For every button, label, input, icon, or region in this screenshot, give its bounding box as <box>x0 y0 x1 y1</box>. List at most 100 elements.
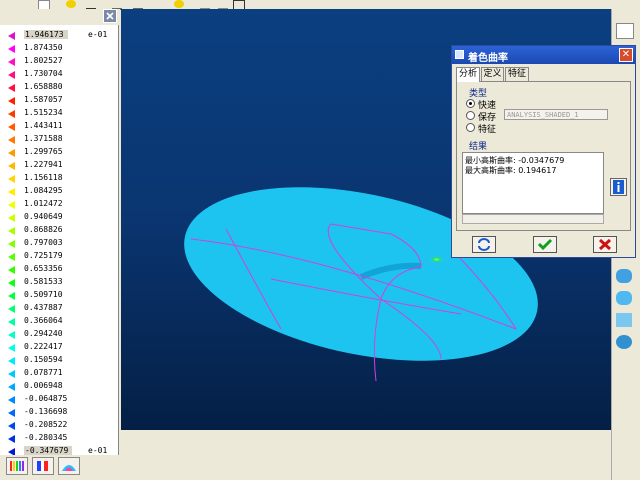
refresh-icon <box>478 238 490 251</box>
legend-color-swatch <box>8 32 15 40</box>
legend-value: 1.299765 <box>24 147 63 156</box>
tab-feature[interactable]: 特征 <box>505 67 529 81</box>
legend-color-swatch <box>8 357 15 365</box>
shaded-surface-icon <box>62 465 76 471</box>
radio-button[interactable] <box>466 111 475 120</box>
legend-color-swatch <box>8 279 15 287</box>
legend-color-swatch <box>8 344 15 352</box>
legend-color-swatch <box>8 84 15 92</box>
blend-tool-icon[interactable] <box>616 291 632 305</box>
legend-color-swatch <box>8 214 15 222</box>
surface-tool-icon[interactable] <box>616 269 632 283</box>
smiley-icon[interactable] <box>66 0 76 8</box>
legend-exponent: e-01 <box>88 30 108 39</box>
legend-value: 1.227941 <box>24 160 63 169</box>
ok-button[interactable] <box>533 236 557 253</box>
legend-color-swatch <box>8 97 15 105</box>
legend-list: 1.946173 e-01 1.874350 1.802527 1.730704 1.65… <box>0 25 119 456</box>
legend-value: 0.868826 <box>24 225 63 234</box>
type-group: 类型 快速 保存 ANALYSIS_SHADED_1 特征 <box>461 86 626 135</box>
legend-value: -0.064875 <box>24 394 68 403</box>
legend-value: 1.443411 <box>24 121 63 130</box>
top-toolbar <box>0 0 640 10</box>
legend-value: 0.725179 <box>24 251 63 260</box>
legend-color-swatch <box>8 409 15 417</box>
radio-button-selected[interactable] <box>466 99 475 108</box>
legend-color-swatch <box>8 136 15 144</box>
legend-color-swatch <box>8 253 15 261</box>
legend-color-swatch <box>8 188 15 196</box>
legend-button-bar <box>0 455 120 480</box>
result-horizontal-scrollbar[interactable] <box>462 214 604 224</box>
legend-value: 1.587057 <box>24 95 63 104</box>
legend-color-swatch <box>8 305 15 313</box>
dialog-close-button[interactable]: ✕ <box>619 48 633 62</box>
legend-color-swatch <box>8 162 15 170</box>
legend-value: -0.136698 <box>24 407 68 416</box>
sphere-tool-icon[interactable] <box>616 335 632 349</box>
result-label: 结果 <box>469 142 488 152</box>
cancel-icon <box>598 238 612 251</box>
legend-color-swatch <box>8 292 15 300</box>
cancel-button[interactable] <box>593 236 617 253</box>
legend-value: -0.347679 <box>24 446 73 455</box>
legend-value: 0.437887 <box>24 303 63 312</box>
legend-value: 0.581533 <box>24 277 63 286</box>
legend-value: 0.222417 <box>24 342 63 351</box>
spectrum-button[interactable] <box>6 457 28 475</box>
legend-color-swatch <box>8 266 15 274</box>
color-bar-button[interactable] <box>32 457 54 475</box>
sweep-tool-icon[interactable] <box>616 313 632 327</box>
legend-exponent: e-01 <box>88 446 108 455</box>
legend-color-swatch <box>8 149 15 157</box>
saved-name-field[interactable]: ANALYSIS_SHADED_1 <box>504 109 608 120</box>
legend-value: -0.280345 <box>24 433 68 442</box>
radio-button[interactable] <box>466 123 475 132</box>
legend-color-swatch <box>8 110 15 118</box>
legend-color-swatch <box>8 331 15 339</box>
radio-save[interactable]: 保存 ANALYSIS_SHADED_1 <box>466 109 626 123</box>
legend-color-swatch <box>8 240 15 248</box>
spectrum-icon <box>10 461 24 471</box>
legend-color-swatch <box>8 123 15 131</box>
legend-color-swatch <box>8 45 15 53</box>
shaded-view-button[interactable] <box>58 457 80 475</box>
radio-feature-label: 特征 <box>478 125 497 135</box>
legend-value: 0.294240 <box>24 329 63 338</box>
legend-color-swatch <box>8 175 15 183</box>
close-icon: ✕ <box>621 49 631 60</box>
tab-analysis[interactable]: 分析 <box>456 67 480 82</box>
legend-color-swatch <box>8 201 15 209</box>
legend-value: 0.509710 <box>24 290 63 299</box>
legend-value: 1.156118 <box>24 173 63 182</box>
legend-value: 0.006948 <box>24 381 63 390</box>
dialog-title: 着色曲率 <box>468 53 508 64</box>
result-text-box[interactable]: 最小高斯曲率: -0.0347679 最大高斯曲率: 0.194617 <box>462 152 604 214</box>
legend-color-swatch <box>8 318 15 326</box>
smiley-icon-2[interactable] <box>174 0 184 8</box>
legend-color-swatch <box>8 422 15 430</box>
wave-icon[interactable] <box>616 23 634 39</box>
info-icon <box>613 180 624 194</box>
legend-color-swatch <box>8 58 15 66</box>
legend-color-swatch <box>8 370 15 378</box>
legend-value: 1.012472 <box>24 199 63 208</box>
legend-value: 0.653356 <box>24 264 63 273</box>
tab-definition[interactable]: 定义 <box>481 67 504 81</box>
legend-color-swatch <box>8 71 15 79</box>
radio-feature[interactable]: 特征 <box>466 122 626 135</box>
analysis-tab-panel: 类型 快速 保存 ANALYSIS_SHADED_1 特征 结果 最小高斯曲率:… <box>456 81 631 231</box>
legend-value: 1.084295 <box>24 186 63 195</box>
legend-value: 0.366064 <box>24 316 63 325</box>
legend-close-button[interactable] <box>103 9 117 23</box>
legend-value: -0.208522 <box>24 420 68 429</box>
color-bar-icon <box>37 461 48 471</box>
close-icon <box>106 12 114 20</box>
repaint-button[interactable] <box>472 236 496 253</box>
legend-color-swatch <box>8 396 15 404</box>
legend-color-swatch <box>8 227 15 235</box>
legend-value: 1.730704 <box>24 69 63 78</box>
dialog-title-bar[interactable]: 着色曲率 ✕ <box>452 46 635 64</box>
info-button[interactable] <box>610 178 627 196</box>
status-area <box>121 430 611 480</box>
